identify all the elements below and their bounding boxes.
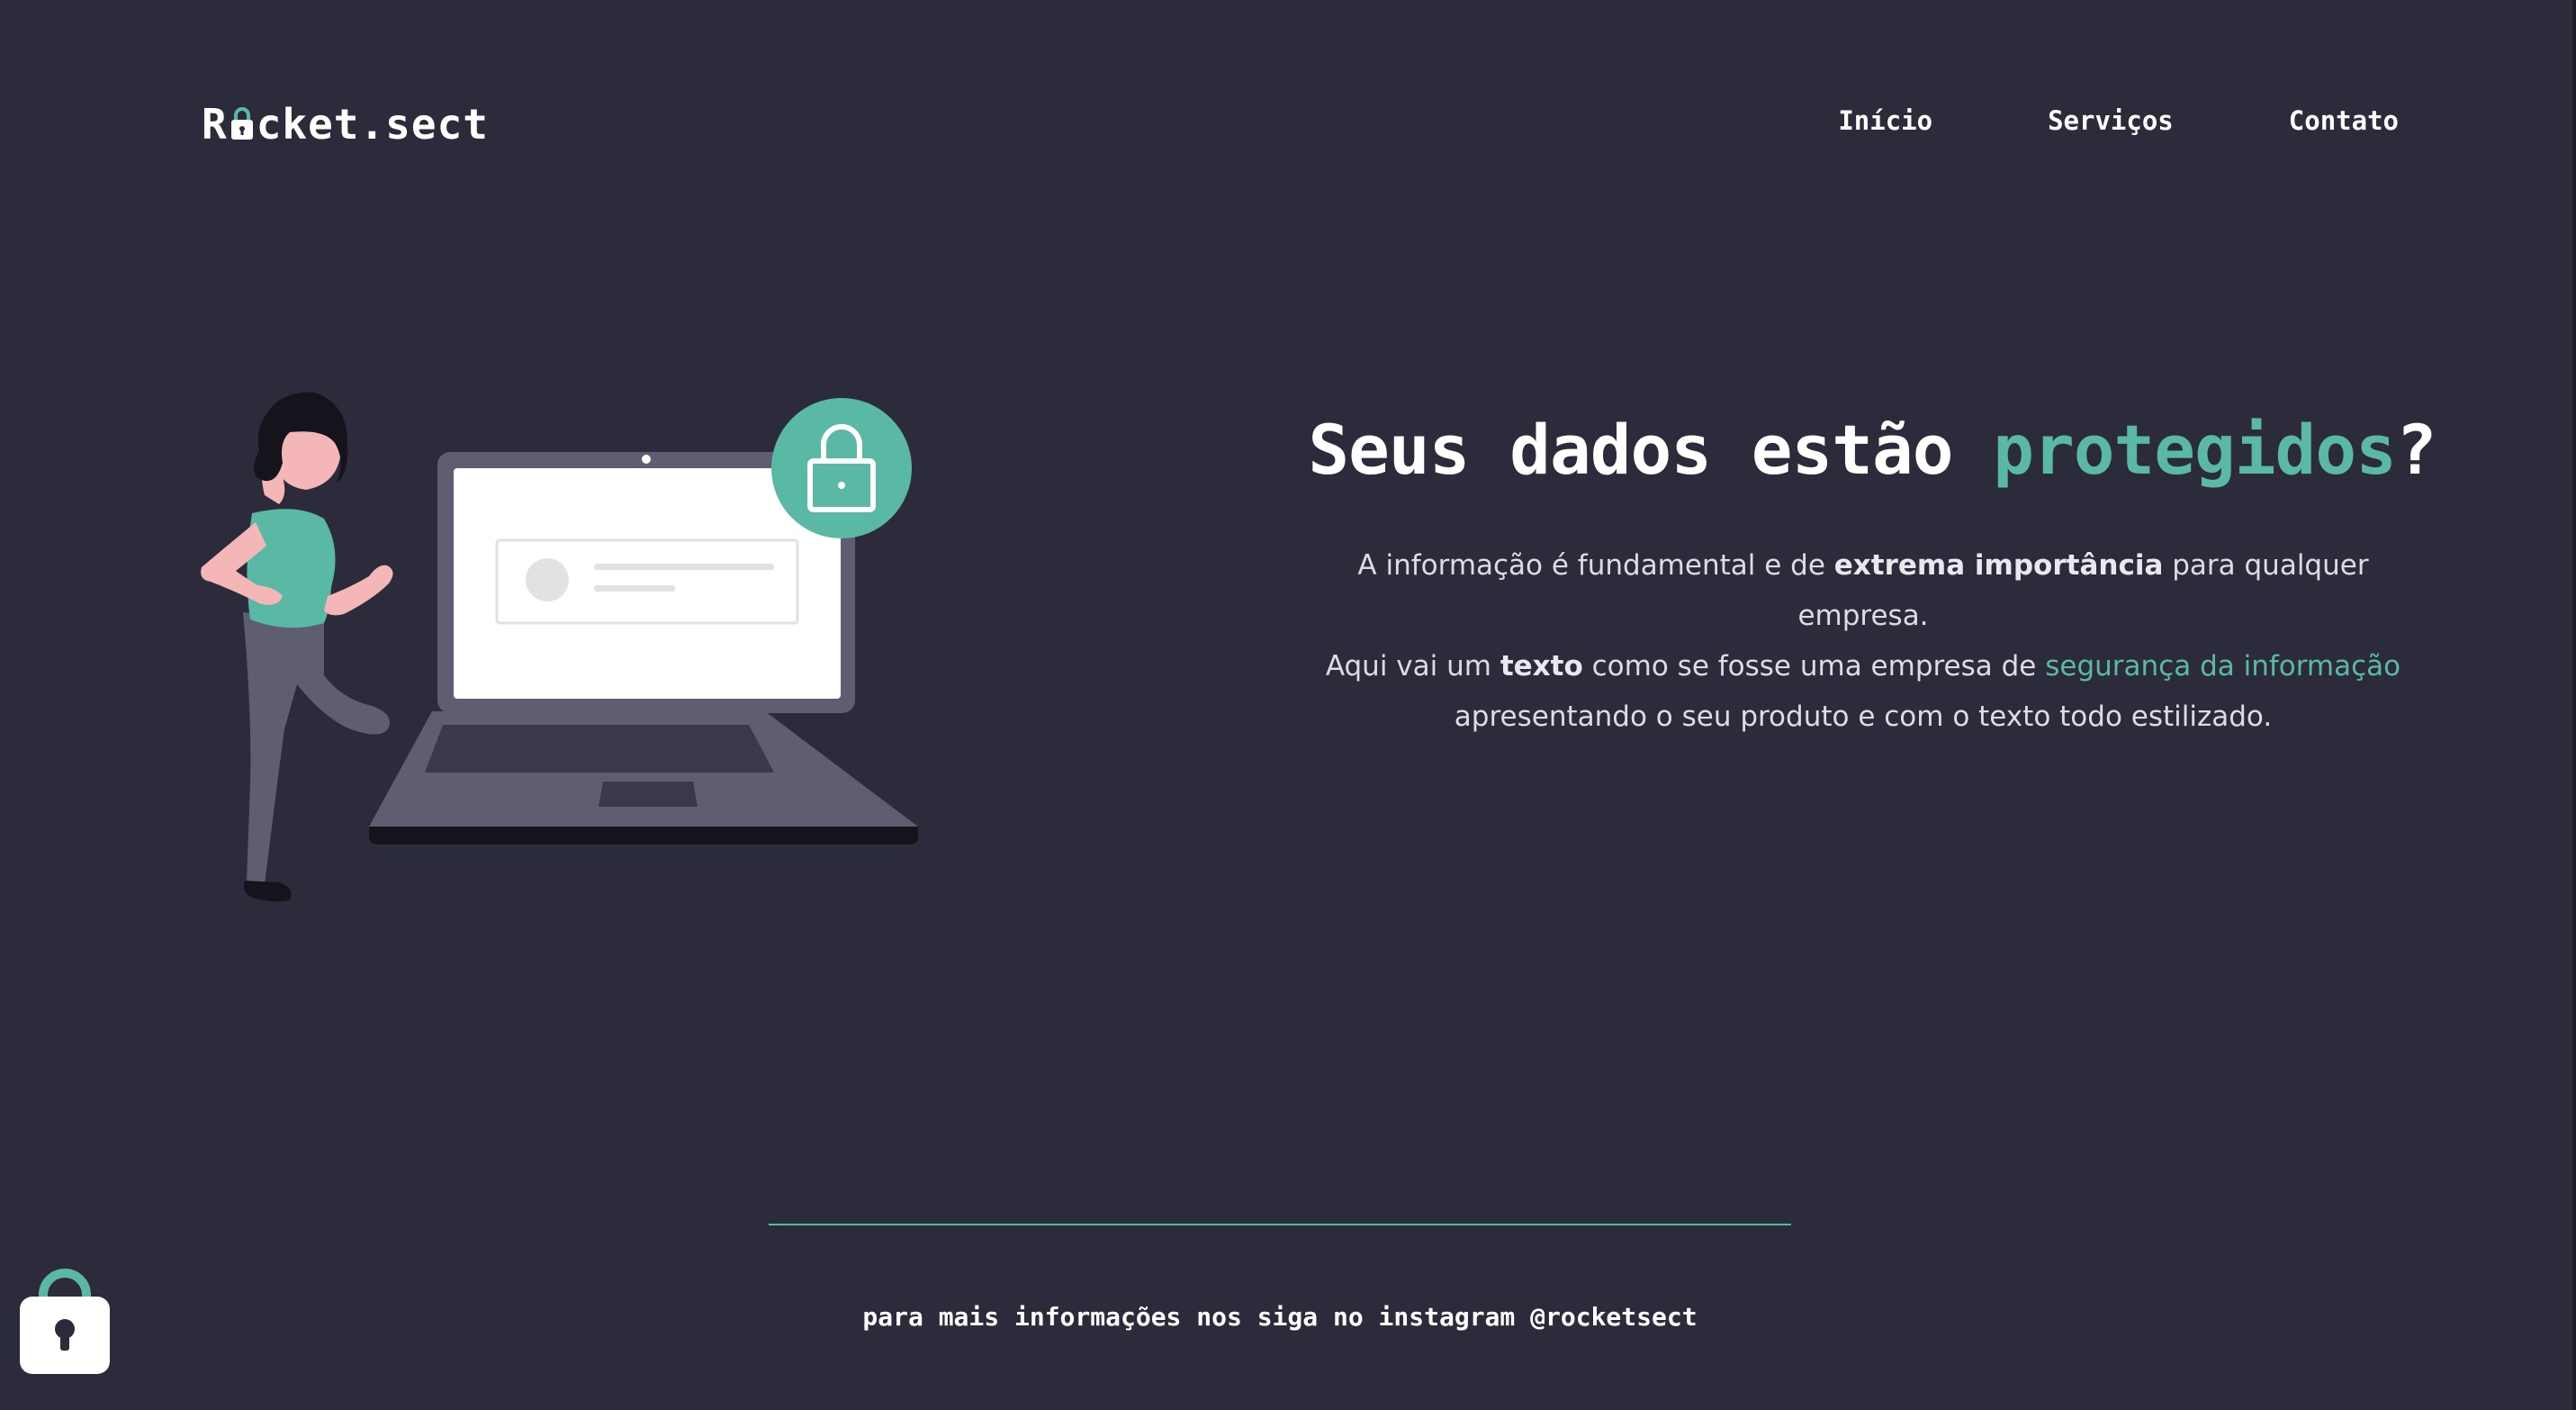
footer-text: para mais informações nos siga no instag… (862, 1302, 1698, 1332)
footer-divider (769, 1224, 1791, 1225)
nav-link-inicio[interactable]: Início (1838, 101, 1932, 140)
hero-title: Seus dados estão protegidos? (1308, 410, 2436, 490)
site-logo[interactable]: Rcket.sect (202, 97, 489, 151)
main-nav: Início Serviços Contato (1838, 101, 2399, 140)
padlock-icon[interactable] (14, 1257, 115, 1378)
logo-lock-icon (230, 101, 255, 140)
nav-link-servicos[interactable]: Serviços (2048, 101, 2174, 140)
person-laptop-illustration (201, 392, 918, 902)
hero-title-accent: protegidos (1993, 410, 2397, 490)
security-link[interactable]: segurança da informação (2045, 650, 2400, 682)
window-edge (2572, 0, 2576, 1410)
nav-link-contato[interactable]: Contato (2289, 101, 2399, 140)
hero-description: A informação é fundamental e de extrema … (1325, 549, 2401, 733)
